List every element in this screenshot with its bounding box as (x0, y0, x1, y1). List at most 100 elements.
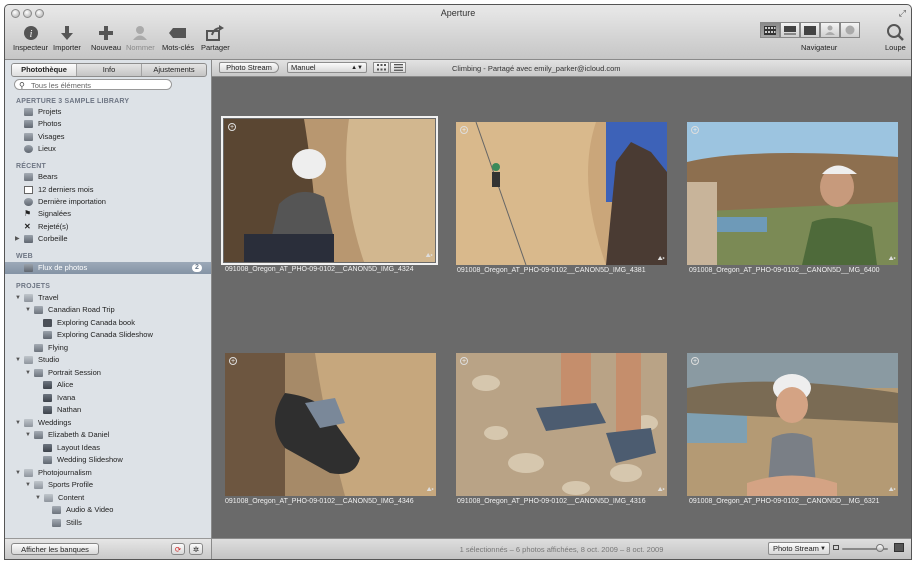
sidebar-item-rejected[interactable]: ✕ Rejeté(s) (5, 221, 211, 233)
new-label: Nouveau (91, 43, 122, 52)
flag-icon: ⚑ (24, 209, 32, 218)
sidebar-item-studio[interactable]: ▼ Studio (5, 354, 211, 366)
sidebar-item-photo-stream[interactable]: Flux de photos 2 (5, 262, 211, 274)
loupe-button[interactable]: Loupe (885, 23, 906, 52)
import-button[interactable]: Importer (53, 23, 81, 52)
inspector-button[interactable]: i Inspecteur (13, 23, 48, 52)
tab-info[interactable]: Info (77, 64, 142, 76)
add-badge-icon: + (460, 126, 468, 134)
disclosure-triangle-icon[interactable]: ▼ (25, 304, 31, 316)
sidebar-item-label: Photojournalism (38, 468, 92, 477)
climbing-shoe-photo-image (225, 353, 436, 496)
sidebar-item-bears[interactable]: Bears (5, 171, 211, 183)
viewer-button[interactable] (800, 22, 820, 38)
disclosure-triangle-icon[interactable]: ▼ (25, 429, 31, 441)
share-icon (206, 25, 225, 41)
faces-view-button[interactable] (820, 22, 840, 38)
library-search-input[interactable]: ⚲ Tous les éléments (14, 79, 172, 90)
sidebar-item-label: Canadian Road Trip (48, 305, 115, 314)
window-title: Aperture (440, 8, 476, 18)
sidebar-item-layout-ideas[interactable]: Layout Ideas (5, 442, 211, 454)
tab-adjustments[interactable]: Ajustements (142, 64, 206, 76)
photo-badges-icon: ⛰▸ (426, 487, 434, 493)
show-vaults-button[interactable]: Afficher les banques (11, 543, 99, 555)
browser-status-bar: 1 sélectionnés – 6 photos affichées, 8 o… (212, 538, 911, 559)
sidebar-item-canadian-road-trip[interactable]: ▼ Canadian Road Trip (5, 304, 211, 316)
sidebar-item-photojournalism[interactable]: ▼ Photojournalism (5, 467, 211, 479)
sidebar-item-places[interactable]: Lieux (5, 143, 211, 155)
import-arrow-icon (60, 26, 73, 40)
photo-thumbnail[interactable]: + ⛰▸ (456, 353, 667, 496)
sidebar-item-faces[interactable]: Visages (5, 131, 211, 143)
sidebar-item-last-12-months[interactable]: 12 derniers mois (5, 184, 211, 196)
disclosure-triangle-icon[interactable]: ▼ (15, 467, 21, 479)
keywords-button[interactable]: Mots-clés (162, 23, 194, 52)
grid-icon (764, 25, 776, 35)
grid-view-button[interactable] (760, 22, 780, 38)
disclosure-triangle-icon[interactable]: ▼ (15, 354, 21, 366)
new-button[interactable]: Nouveau (91, 23, 121, 52)
project-icon (52, 519, 61, 527)
keywords-label: Mots-clés (162, 43, 195, 52)
project-icon (52, 506, 61, 514)
sidebar-item-stills[interactable]: Stills (5, 517, 211, 529)
project-icon (34, 369, 43, 377)
sidebar-item-exploring-canada-slideshow[interactable]: Exploring Canada Slideshow (5, 329, 211, 341)
album-icon (43, 444, 52, 452)
slideshow-icon (43, 331, 52, 339)
sidebar-item-exploring-canada-book[interactable]: Exploring Canada book (5, 317, 211, 329)
sidebar-item-elizabeth-daniel[interactable]: ▼ Elizabeth & Daniel (5, 429, 211, 441)
tab-library[interactable]: Photothèque (12, 64, 77, 76)
disclosure-triangle-icon[interactable]: ▶ (15, 233, 20, 245)
name-faces-button[interactable]: Nommer (126, 23, 155, 52)
disclosure-triangle-icon[interactable]: ▼ (25, 367, 31, 379)
photo-thumbnail[interactable]: + ⛰▸ (687, 353, 898, 496)
folder-icon (24, 294, 33, 302)
viewer-icon (804, 25, 816, 35)
sort-select[interactable]: Manuel ▲▼ (287, 62, 367, 73)
sidebar-item-wedding-slideshow[interactable]: Wedding Slideshow (5, 454, 211, 466)
sidebar-item-sports-profile[interactable]: ▼ Sports Profile (5, 479, 211, 491)
sidebar-item-audio-video[interactable]: Audio & Video (5, 504, 211, 516)
split-view-button[interactable] (780, 22, 800, 38)
sidebar-item-projects[interactable]: Projets (5, 106, 211, 118)
vault-action-button[interactable]: ✲ (189, 543, 203, 555)
disclosure-triangle-icon[interactable]: ▼ (15, 417, 21, 429)
sidebar-item-ivana[interactable]: Ivana (5, 392, 211, 404)
fullscreen-icon[interactable]: ⤢ (899, 8, 906, 19)
sidebar-item-last-import[interactable]: Dernière importation (5, 196, 211, 208)
clock-icon (24, 198, 33, 206)
large-thumb-icon (894, 543, 904, 552)
vault-update-button[interactable]: ⟳ (171, 543, 185, 555)
sidebar-item-travel[interactable]: ▼ Travel (5, 292, 211, 304)
folder-icon (34, 481, 43, 489)
photo-stream-back-button[interactable]: Photo Stream (219, 62, 279, 73)
sidebar-item-alice[interactable]: Alice (5, 379, 211, 391)
sidebar-item-content[interactable]: ▼ Content (5, 492, 211, 504)
places-view-button[interactable] (840, 22, 860, 38)
disclosure-triangle-icon[interactable]: ▼ (25, 479, 31, 491)
sidebar-item-flagged[interactable]: ⚑ Signalées (5, 208, 211, 220)
photo-stream-menu[interactable]: Photo Stream ▼ (768, 542, 830, 555)
list-layout-button[interactable] (390, 62, 406, 73)
disclosure-triangle-icon[interactable]: ▼ (15, 292, 21, 304)
photo-thumbnail[interactable]: + ⛰▸ (221, 116, 438, 265)
sidebar-item-label: Visages (38, 132, 65, 141)
photo-thumbnail[interactable]: + ⛰▸ (456, 122, 667, 265)
share-button[interactable]: Partager (201, 23, 230, 52)
sidebar-item-portrait-session[interactable]: ▼ Portrait Session (5, 367, 211, 379)
rock-wall-photo-image (456, 122, 667, 265)
sidebar-item-label: Exploring Canada Slideshow (57, 330, 153, 339)
book-icon (43, 319, 52, 327)
sidebar-item-flying[interactable]: Flying (5, 342, 211, 354)
sidebar-item-nathan[interactable]: Nathan (5, 404, 211, 416)
disclosure-triangle-icon[interactable]: ▼ (35, 492, 41, 504)
photo-stream-menu-label: Photo Stream (773, 544, 819, 553)
grid-layout-button[interactable] (373, 62, 389, 73)
slider-knob[interactable] (876, 544, 884, 552)
sidebar-item-weddings[interactable]: ▼ Weddings (5, 417, 211, 429)
photo-thumbnail[interactable]: + ⛰▸ (225, 353, 436, 496)
sidebar-item-trash[interactable]: ▶ Corbeille (5, 233, 211, 245)
sidebar-item-photos[interactable]: Photos (5, 118, 211, 130)
photo-thumbnail[interactable]: + ⛰▸ (687, 122, 898, 265)
